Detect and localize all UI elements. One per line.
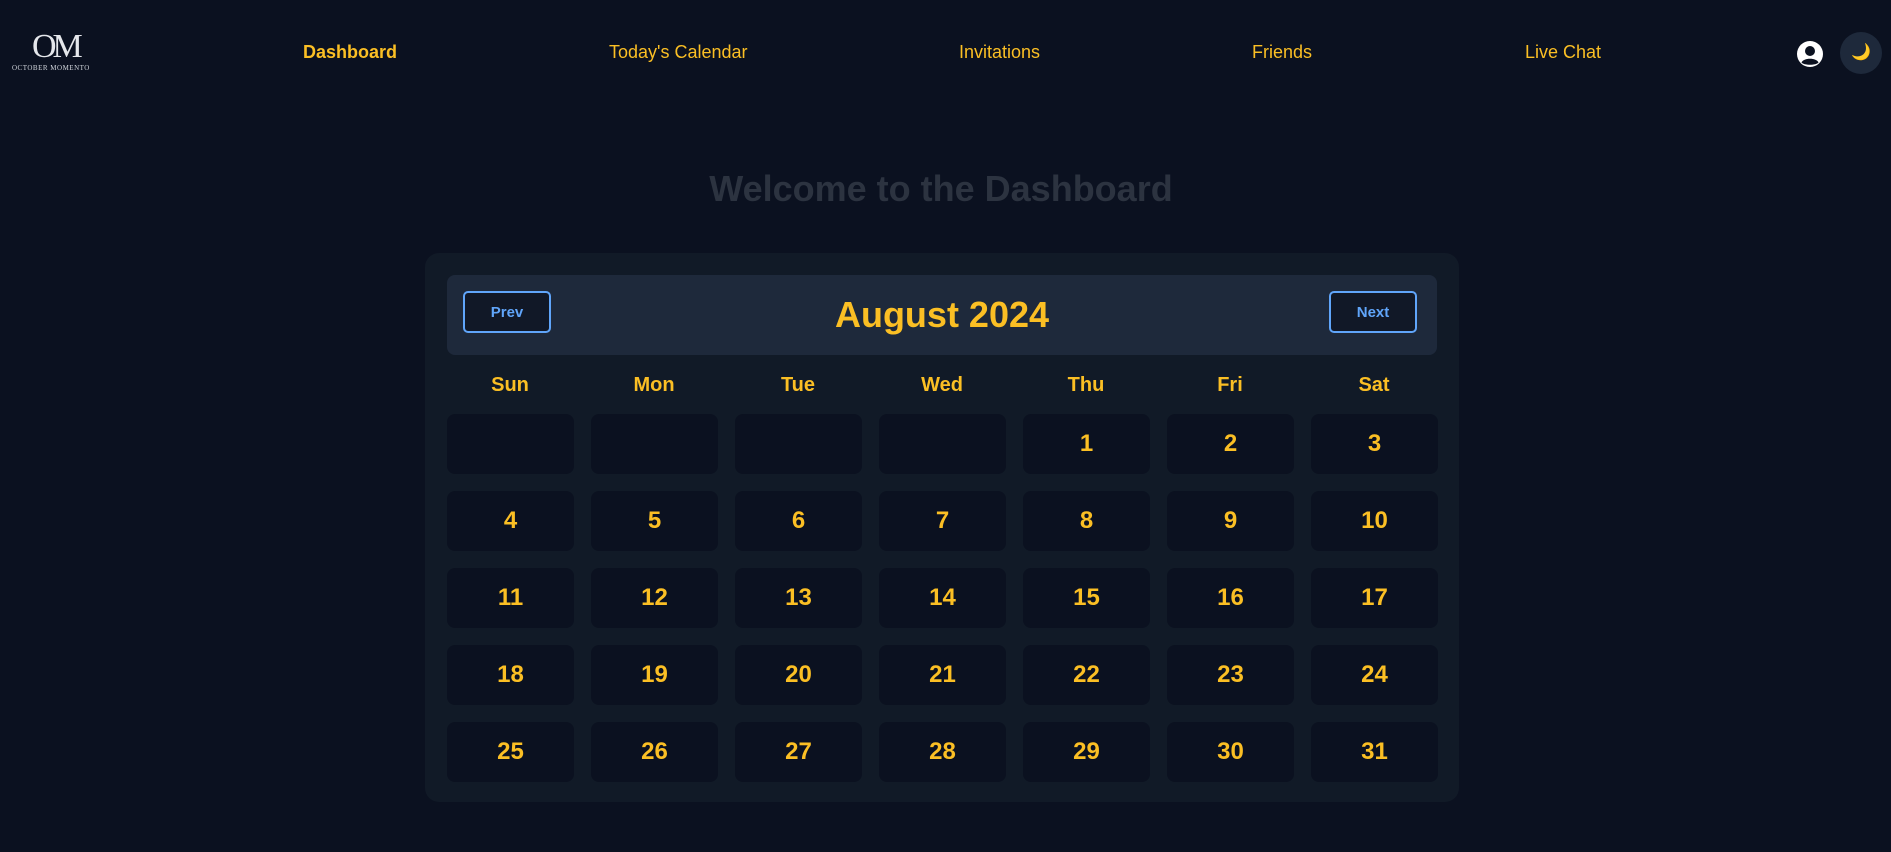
weekday-label-tue: Tue <box>780 374 816 396</box>
october-momento-logo[interactable]: OM OCTOBER MOMENTO <box>10 30 102 74</box>
user-circle-icon[interactable] <box>1796 40 1824 68</box>
empty-day-cell <box>447 414 574 474</box>
theme-toggle-button[interactable]: 🌙 <box>1840 32 1882 74</box>
day-cell[interactable]: 20 <box>735 645 862 705</box>
day-cell[interactable]: 2 <box>1167 414 1294 474</box>
day-cell[interactable]: 14 <box>879 568 1006 628</box>
nav-link-invitations[interactable]: Invitations <box>959 42 1040 63</box>
empty-day-cell <box>591 414 718 474</box>
day-cell[interactable]: 22 <box>1023 645 1150 705</box>
day-cell[interactable]: 8 <box>1023 491 1150 551</box>
weekday-label-fri: Fri <box>1217 374 1243 396</box>
moon-icon: 🌙 <box>1851 44 1871 61</box>
day-cell[interactable]: 28 <box>879 722 1006 782</box>
day-cell[interactable]: 31 <box>1311 722 1438 782</box>
day-cell[interactable]: 4 <box>447 491 574 551</box>
nav-link-friends[interactable]: Friends <box>1252 42 1312 63</box>
weekday-label-mon: Mon <box>633 374 675 396</box>
day-cell[interactable]: 9 <box>1167 491 1294 551</box>
weekday-label-wed: Wed <box>921 374 963 396</box>
day-cell[interactable]: 24 <box>1311 645 1438 705</box>
day-cell[interactable]: 10 <box>1311 491 1438 551</box>
weekday-label-sat: Sat <box>1358 374 1390 396</box>
day-cell[interactable]: 6 <box>735 491 862 551</box>
next-month-button[interactable]: Next <box>1329 291 1417 333</box>
day-cell[interactable]: 15 <box>1023 568 1150 628</box>
top-navbar: OM OCTOBER MOMENTO Dashboard Today's Cal… <box>0 0 1891 108</box>
day-cell[interactable]: 3 <box>1311 414 1438 474</box>
calendar-panel: Prev August 2024 Next Sun Mon Tue Wed Thu Fri… <box>425 253 1459 802</box>
logo-wordmark: OCTOBER MOMENTO <box>12 64 90 72</box>
weekday-label-thu: Thu <box>1067 374 1105 396</box>
day-cell[interactable]: 13 <box>735 568 862 628</box>
day-cell[interactable]: 18 <box>447 645 574 705</box>
day-cell[interactable]: 27 <box>735 722 862 782</box>
day-cell[interactable]: 11 <box>447 568 574 628</box>
empty-day-cell <box>879 414 1006 474</box>
day-cell[interactable]: 16 <box>1167 568 1294 628</box>
day-cell[interactable]: 29 <box>1023 722 1150 782</box>
day-cell[interactable]: 17 <box>1311 568 1438 628</box>
day-cell[interactable]: 5 <box>591 491 718 551</box>
day-cell[interactable]: 21 <box>879 645 1006 705</box>
day-cell[interactable]: 25 <box>447 722 574 782</box>
day-cell[interactable]: 30 <box>1167 722 1294 782</box>
empty-day-cell <box>735 414 862 474</box>
calendar-header: Prev August 2024 Next <box>447 275 1437 355</box>
logo-monogram: OM <box>32 28 83 65</box>
day-cell[interactable]: 1 <box>1023 414 1150 474</box>
day-cell[interactable]: 12 <box>591 568 718 628</box>
month-title: August 2024 <box>834 294 1050 335</box>
weekday-label-sun: Sun <box>491 374 529 396</box>
nav-link-live-chat[interactable]: Live Chat <box>1525 42 1601 63</box>
day-cell[interactable]: 19 <box>591 645 718 705</box>
day-cell[interactable]: 23 <box>1167 645 1294 705</box>
day-cell[interactable]: 7 <box>879 491 1006 551</box>
nav-link-dashboard[interactable]: Dashboard <box>303 42 397 63</box>
page-title: Welcome to the Dashboard <box>709 168 1173 209</box>
day-cell[interactable]: 26 <box>591 722 718 782</box>
nav-link-todays-calendar[interactable]: Today's Calendar <box>609 42 748 63</box>
